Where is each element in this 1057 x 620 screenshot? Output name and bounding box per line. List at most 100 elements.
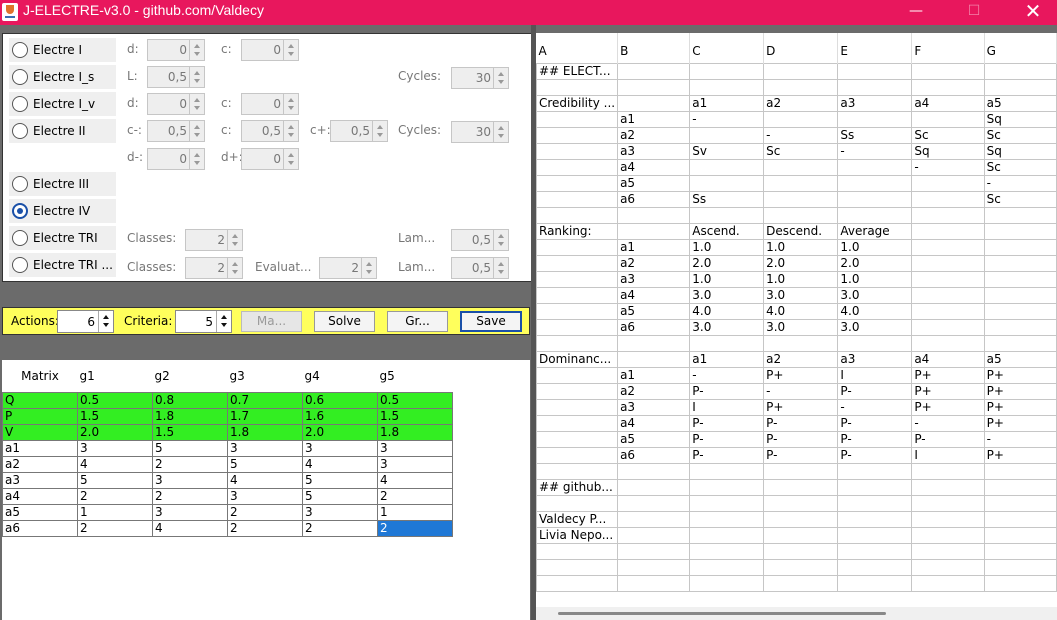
result-cell[interactable]: P- <box>837 430 913 448</box>
result-cell[interactable] <box>763 542 839 560</box>
result-cell[interactable] <box>617 574 691 592</box>
result-cell[interactable] <box>536 494 619 512</box>
scrollbar-thumb[interactable] <box>558 612 886 615</box>
result-cell[interactable] <box>689 126 765 144</box>
result-cell[interactable]: - <box>689 366 765 384</box>
result-cell[interactable] <box>763 158 839 176</box>
spinner-arrows-icon[interactable] <box>189 121 204 141</box>
result-cell[interactable]: P- <box>837 446 913 464</box>
matrix-cell[interactable]: 5 <box>152 439 228 457</box>
result-cell[interactable]: a1 <box>617 238 691 256</box>
result-cell[interactable] <box>617 494 691 512</box>
result-cell[interactable] <box>911 510 985 528</box>
electre-ii-c-plus-spinner[interactable]: 0,5 <box>330 120 388 142</box>
result-cell[interactable]: Ss <box>837 126 913 144</box>
result-cell[interactable]: P- <box>763 430 839 448</box>
result-cell[interactable] <box>536 446 619 464</box>
matrix-cell[interactable]: 3 <box>227 487 303 505</box>
matrix-cell[interactable]: 0.5 <box>377 391 453 409</box>
result-cell[interactable] <box>536 270 619 288</box>
result-cell[interactable] <box>536 158 619 176</box>
result-cell[interactable] <box>763 526 839 544</box>
result-cell[interactable] <box>617 542 691 560</box>
result-cell[interactable] <box>689 510 765 528</box>
result-cell[interactable]: - <box>911 414 985 432</box>
matrix-cell[interactable]: 5 <box>302 471 378 489</box>
result-cell[interactable] <box>536 206 619 224</box>
result-cell[interactable]: - <box>689 110 765 128</box>
result-cell[interactable] <box>763 574 839 592</box>
radio-electre-i-s[interactable]: Electre I_s <box>9 65 116 89</box>
matrix-cell[interactable]: 0.5 <box>77 391 153 409</box>
result-cell[interactable] <box>763 558 839 576</box>
result-cell[interactable] <box>837 334 913 352</box>
spinner-arrows-icon[interactable] <box>283 94 298 114</box>
result-cell[interactable]: - <box>983 174 1057 192</box>
result-cell[interactable] <box>837 62 913 80</box>
matrix-cell[interactable]: 2 <box>227 519 303 537</box>
matrix-cell[interactable]: 0.7 <box>227 391 303 409</box>
result-cell[interactable]: P+ <box>983 414 1057 432</box>
spinner-arrows-icon[interactable] <box>189 149 204 169</box>
result-cell[interactable] <box>536 174 619 192</box>
result-cell[interactable]: P+ <box>983 398 1057 416</box>
result-cell[interactable] <box>763 110 839 128</box>
spinner-arrows-icon[interactable] <box>283 121 298 141</box>
result-cell[interactable]: 2.0 <box>689 254 765 272</box>
result-cell[interactable]: P- <box>763 446 839 464</box>
matrix-cell[interactable]: 1.5 <box>77 407 153 425</box>
result-cell[interactable] <box>911 334 985 352</box>
result-cell[interactable] <box>617 94 691 112</box>
result-cell[interactable] <box>983 574 1057 592</box>
matrix-cell[interactable]: 4 <box>152 519 228 537</box>
electre-iv-c-spinner[interactable]: 0 <box>241 93 299 115</box>
result-cell[interactable] <box>837 78 913 96</box>
result-cell[interactable] <box>837 174 913 192</box>
result-cell[interactable]: P- <box>763 414 839 432</box>
result-cell[interactable] <box>911 462 985 480</box>
result-cell[interactable] <box>536 414 619 432</box>
result-cell[interactable] <box>911 542 985 560</box>
result-cell[interactable]: 3.0 <box>837 318 913 336</box>
result-cell[interactable] <box>983 254 1057 272</box>
matrix-header-cell[interactable]: g1 <box>77 360 153 392</box>
result-cell[interactable]: 4.0 <box>837 302 913 320</box>
result-cell[interactable]: Sq <box>983 110 1057 128</box>
result-cell[interactable] <box>689 462 765 480</box>
result-cell[interactable] <box>763 190 839 208</box>
result-cell[interactable] <box>536 238 619 256</box>
result-cell[interactable]: a2 <box>617 382 691 400</box>
result-cell[interactable]: 1.0 <box>763 238 839 256</box>
matrix-cell[interactable]: 5 <box>302 487 378 505</box>
electre-is-l-spinner[interactable]: 0,5 <box>147 66 205 88</box>
result-cell[interactable]: 3.0 <box>763 318 839 336</box>
result-cell[interactable]: 1.0 <box>689 238 765 256</box>
electre-ii-d-plus-spinner[interactable]: 0 <box>241 148 299 170</box>
result-cell[interactable] <box>911 110 985 128</box>
result-cell[interactable] <box>911 270 985 288</box>
result-cell[interactable]: P+ <box>911 398 985 416</box>
result-cell[interactable]: Sc <box>763 142 839 160</box>
result-cell[interactable] <box>617 478 691 496</box>
result-cell[interactable]: 4.0 <box>689 302 765 320</box>
result-cell[interactable] <box>911 302 985 320</box>
matrix-cell[interactable]: 2 <box>152 487 228 505</box>
matrix-cell[interactable]: P <box>2 407 78 425</box>
spinner-arrows-icon[interactable] <box>493 258 508 278</box>
result-cell[interactable] <box>689 78 765 96</box>
result-cell[interactable]: Ascend. <box>689 222 765 240</box>
column-header[interactable]: B <box>617 33 691 63</box>
minimize-button[interactable]: — <box>893 0 939 25</box>
result-cell[interactable]: a5 <box>617 430 691 448</box>
result-cell[interactable]: Sq <box>983 142 1057 160</box>
result-cell[interactable]: Descend. <box>763 222 839 240</box>
result-cell[interactable] <box>536 558 619 576</box>
result-cell[interactable] <box>617 334 691 352</box>
matrix-cell[interactable]: 3 <box>152 471 228 489</box>
matrix-cell[interactable]: 3 <box>377 439 453 457</box>
result-cell[interactable]: - <box>837 398 913 416</box>
result-cell[interactable]: Sc <box>983 190 1057 208</box>
result-cell[interactable] <box>536 542 619 560</box>
matrix-cell[interactable]: 3 <box>302 503 378 521</box>
result-cell[interactable]: - <box>763 126 839 144</box>
